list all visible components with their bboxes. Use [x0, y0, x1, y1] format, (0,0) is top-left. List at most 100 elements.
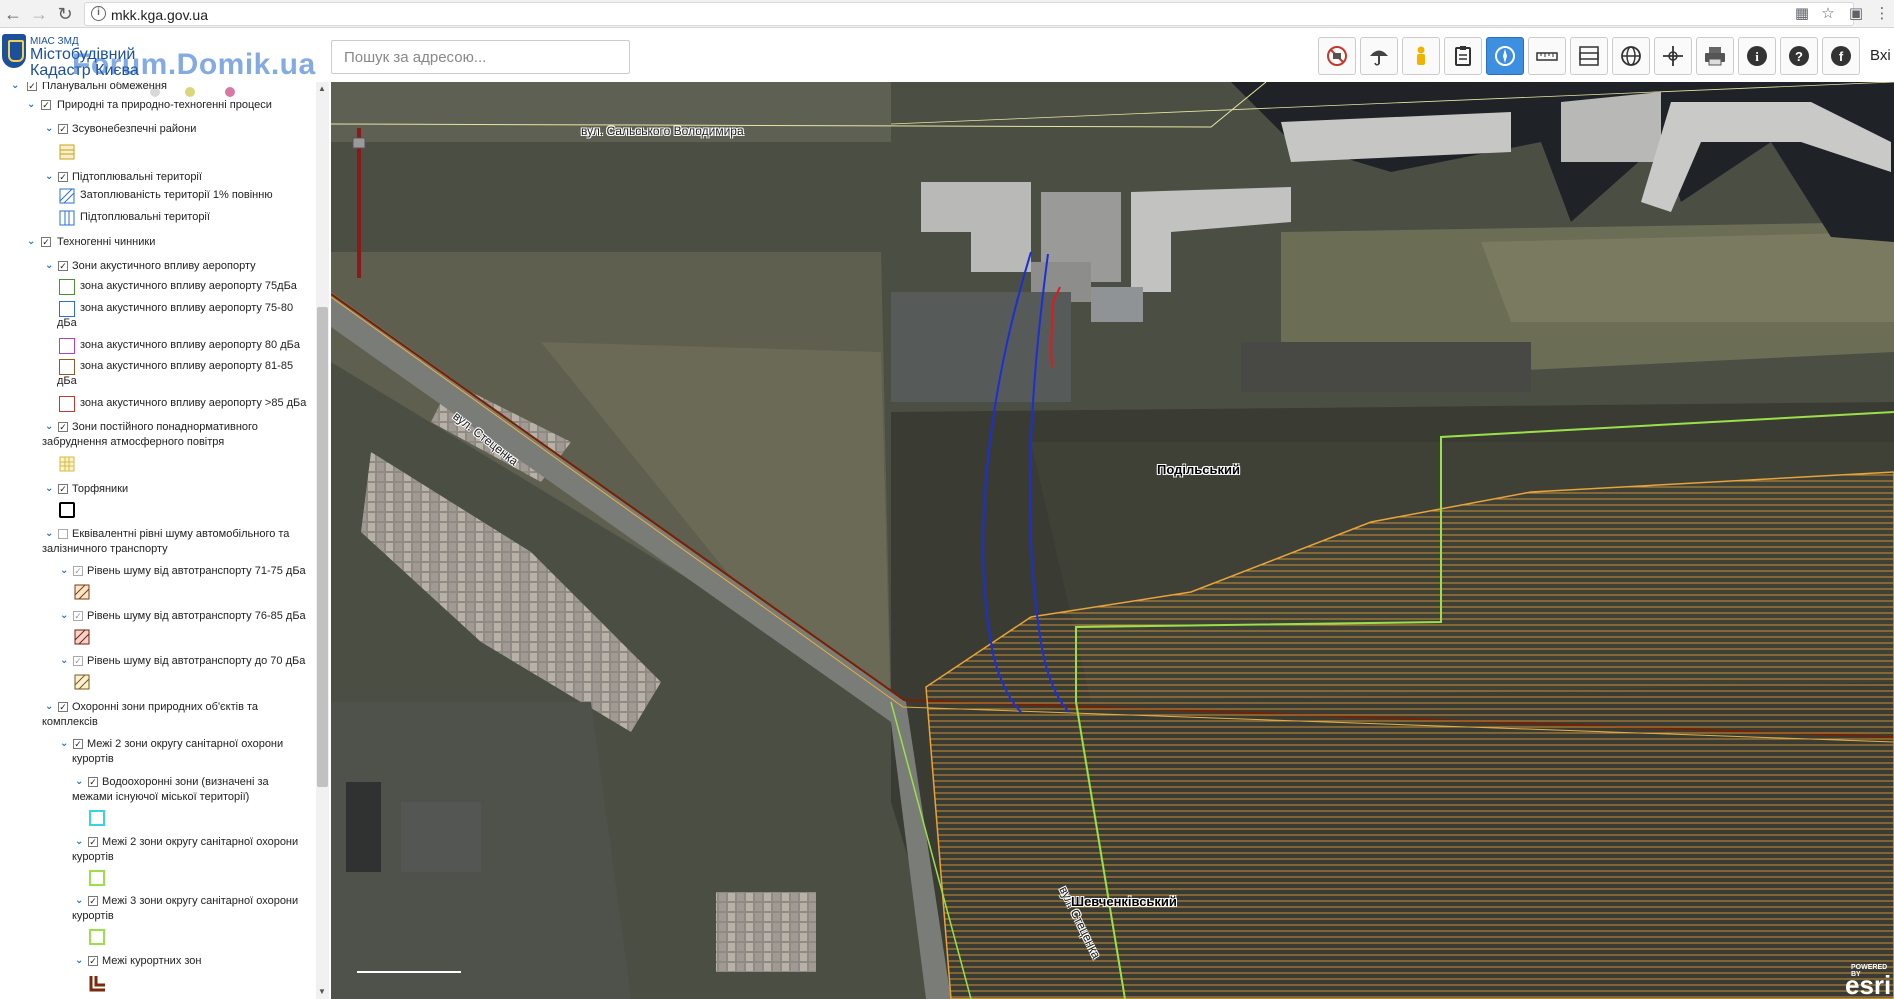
layer-checkbox[interactable]: ✓: [73, 566, 83, 576]
legend-dot-yellow: [185, 87, 195, 97]
layer-checkbox[interactable]: ✓: [41, 237, 51, 247]
layer-tree-panel: ⌄ ✓ Планувальні обмеження ⌄ ✓ Природні т…: [0, 82, 330, 999]
chevron-down-icon[interactable]: ⌄: [60, 565, 68, 576]
site-info-icon[interactable]: i: [91, 6, 106, 21]
login-link[interactable]: Вхі: [1870, 47, 1891, 64]
facebook-button[interactable]: f: [1822, 37, 1860, 75]
translate-icon[interactable]: ▦: [1792, 4, 1812, 24]
clipboard-icon: [1455, 46, 1471, 66]
layer-label: Затоплюваність території 1% повінню: [80, 189, 273, 201]
scroll-up-icon[interactable]: ▲: [318, 84, 326, 93]
help-button[interactable]: ?: [1780, 37, 1818, 75]
umbrella-button[interactable]: [1360, 37, 1398, 75]
layer-checkbox[interactable]: ✓: [88, 956, 98, 966]
measure-distance-button[interactable]: [1528, 37, 1566, 75]
layer-checkbox[interactable]: ✓: [88, 837, 98, 847]
globe-icon: [1621, 46, 1641, 66]
layer-checkbox[interactable]: ✓: [58, 484, 68, 494]
satellite-map[interactable]: [331, 82, 1894, 999]
chevron-down-icon[interactable]: ⌄: [45, 421, 53, 432]
layer-checkbox[interactable]: ✓: [41, 100, 51, 110]
layer-label: Охоронні зони природних об'єктів та: [72, 701, 259, 713]
esri-logo[interactable]: esri: [1845, 970, 1891, 999]
chevron-down-icon[interactable]: ⌄: [45, 123, 53, 134]
chevron-down-icon[interactable]: ⌄: [11, 82, 19, 91]
svg-text:f: f: [1839, 49, 1844, 64]
compass-button[interactable]: [1486, 37, 1524, 75]
scroll-thumb[interactable]: [317, 307, 328, 787]
chevron-down-icon[interactable]: ⌄: [60, 610, 68, 621]
layer-label: Еквівалентні рівні шуму автомобільного т…: [72, 528, 290, 540]
svg-text:i: i: [1755, 49, 1759, 64]
layer-checkbox[interactable]: ✓: [58, 124, 68, 134]
street-view-button[interactable]: [1402, 37, 1440, 75]
chevron-down-icon[interactable]: ⌄: [27, 236, 35, 247]
globe-button[interactable]: [1612, 37, 1650, 75]
zoom-slider-handle[interactable]: [352, 137, 366, 149]
forum-watermark: Forum.Domik.ua: [72, 48, 316, 81]
layer-label: курортів: [72, 851, 114, 863]
back-arrow-icon[interactable]: ←: [2, 3, 24, 25]
layer-checkbox[interactable]: ✓: [27, 82, 37, 91]
layer-label: Підтоплювальні території: [80, 211, 210, 223]
layer-checkbox[interactable]: ✓: [88, 777, 98, 787]
map-view[interactable]: вул. Сальського Володимира вул. Стеценка…: [331, 82, 1894, 999]
clipboard-button[interactable]: [1444, 37, 1482, 75]
chevron-down-icon[interactable]: ⌄: [75, 776, 83, 787]
forward-arrow-icon[interactable]: →: [28, 3, 50, 25]
building-10: [401, 802, 481, 872]
layer-checkbox[interactable]: ✓: [73, 656, 83, 666]
address-bar[interactable]: i mkk.kga.gov.ua: [84, 2, 1854, 26]
layer-checkbox[interactable]: ✓: [88, 896, 98, 906]
scroll-down-icon[interactable]: ▼: [318, 987, 326, 996]
layer-checkbox[interactable]: ✓: [73, 611, 83, 621]
layer-label: Зони акустичного впливу аеропорту: [72, 260, 256, 272]
bookmark-star-icon[interactable]: ☆: [1818, 4, 1838, 24]
layer-checkbox[interactable]: ✓: [58, 261, 68, 271]
layer-label: Межі курортних зон: [102, 955, 202, 967]
building-9: [346, 782, 381, 872]
layer-checkbox[interactable]: ✓: [58, 702, 68, 712]
district-label-podilskyi: Подільський: [1157, 462, 1240, 477]
chevron-down-icon[interactable]: ⌄: [75, 836, 83, 847]
chevron-down-icon[interactable]: ⌄: [75, 895, 83, 906]
chevron-down-icon[interactable]: ⌄: [75, 955, 83, 966]
layer-checkbox[interactable]: [58, 529, 68, 539]
layer-label: курортів: [72, 753, 114, 765]
layer-label: Зсувонебезпечні райони: [72, 123, 197, 135]
chevron-down-icon[interactable]: ⌄: [45, 260, 53, 271]
no-layers-button[interactable]: [1318, 37, 1356, 75]
chevron-down-icon[interactable]: ⌄: [27, 99, 35, 110]
menu-dots-icon[interactable]: ⋮: [1872, 4, 1892, 24]
zoom-slider-track[interactable]: [357, 128, 361, 278]
noise-zone-75-symbol: [59, 279, 75, 295]
chevron-down-icon[interactable]: ⌄: [45, 171, 53, 182]
layer-checkbox[interactable]: ✓: [73, 739, 83, 749]
layer-checkbox[interactable]: ✓: [58, 172, 68, 182]
chevron-down-icon[interactable]: ⌄: [60, 655, 68, 666]
layer-label: Рівень шуму від автотранспорту до 70 дБа: [87, 655, 306, 667]
legend-dot-pink: [225, 87, 235, 97]
layer-checkbox[interactable]: ✓: [58, 422, 68, 432]
chevron-down-icon[interactable]: ⌄: [45, 483, 53, 494]
chevron-down-icon[interactable]: ⌄: [45, 701, 53, 712]
umbrella-icon: [1370, 50, 1388, 66]
chevron-down-icon[interactable]: ⌄: [45, 528, 53, 539]
measure-area-button[interactable]: [1570, 37, 1608, 75]
layer-label: зона акустичного впливу аеропорту 75-80: [80, 302, 294, 314]
pan-button[interactable]: [1654, 37, 1692, 75]
layer-label: Рівень шуму від автотранспорту 71-75 дБа: [87, 565, 306, 577]
extension-icon[interactable]: ▣: [1846, 4, 1866, 24]
address-search-input[interactable]: [331, 40, 630, 74]
info-button[interactable]: i: [1738, 37, 1776, 75]
compass-icon: [1495, 46, 1515, 66]
layer-label: дБа: [57, 375, 77, 387]
sidebar-scrollbar[interactable]: ▲ ▼: [316, 82, 329, 999]
chevron-down-icon[interactable]: ⌄: [60, 738, 68, 749]
building-5: [1561, 92, 1661, 162]
layer-label: забруднення атмосферного повітря: [42, 436, 225, 448]
reload-icon[interactable]: ↻: [54, 3, 76, 25]
print-button[interactable]: [1696, 37, 1734, 75]
url-text: mkk.kga.gov.ua: [111, 7, 209, 23]
long-shed: [1241, 342, 1531, 392]
